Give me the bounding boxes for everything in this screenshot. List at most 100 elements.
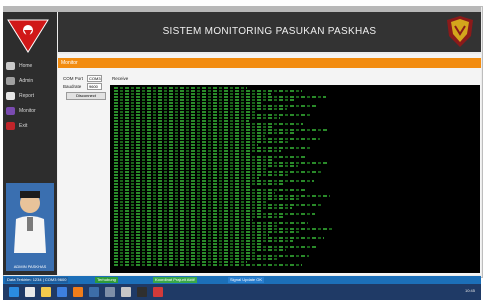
console-line bbox=[114, 186, 252, 188]
os-taskbar: 10:45 bbox=[3, 284, 481, 300]
report-icon bbox=[6, 91, 15, 100]
sidebar-item-label: Exit bbox=[19, 122, 28, 129]
sidebar-item-label: Monitor bbox=[19, 107, 36, 114]
explorer-icon[interactable] bbox=[25, 287, 35, 297]
console-line bbox=[114, 264, 302, 266]
console-line bbox=[114, 258, 279, 260]
console-line bbox=[114, 252, 255, 254]
console-line bbox=[114, 204, 323, 206]
terminal-icon[interactable] bbox=[105, 287, 115, 297]
baudrate-label: Baudrate bbox=[63, 84, 82, 89]
console-line bbox=[114, 96, 326, 98]
console-line bbox=[114, 141, 289, 143]
user-icon bbox=[6, 76, 15, 85]
console-line bbox=[114, 240, 294, 242]
console-line bbox=[114, 144, 258, 146]
sidebar-item-exit[interactable]: Exit bbox=[4, 118, 54, 133]
console-line bbox=[114, 129, 328, 131]
office-icon[interactable] bbox=[73, 287, 83, 297]
connect-button[interactable]: Disconnect bbox=[66, 92, 106, 100]
console-line bbox=[114, 159, 274, 161]
monitor-icon bbox=[6, 106, 15, 115]
panel-header: Monitor bbox=[58, 58, 481, 68]
console-line bbox=[114, 261, 248, 263]
console-line bbox=[114, 120, 249, 122]
baudrate-select[interactable]: 9600 bbox=[87, 83, 102, 90]
start-icon[interactable] bbox=[9, 287, 19, 297]
console-line bbox=[114, 177, 260, 179]
com-port-select[interactable]: COM3 bbox=[87, 75, 102, 82]
console-line bbox=[114, 243, 262, 245]
receive-label: Receive bbox=[112, 76, 129, 81]
console-line bbox=[114, 111, 257, 113]
status-coordinate: Koordinat Prajurit Aktif bbox=[153, 277, 197, 283]
console-line bbox=[114, 222, 308, 224]
exit-icon bbox=[6, 121, 15, 130]
sidebar-item-admin[interactable]: Admin bbox=[4, 73, 54, 88]
status-signal: Signal Update OK bbox=[228, 277, 265, 283]
console-line bbox=[114, 171, 322, 173]
sidebar-item-label: Report bbox=[19, 92, 35, 99]
sidebar-item-monitor[interactable]: Monitor bbox=[4, 103, 54, 118]
status-bar: Data Terkirim: 1234 | COM3 9600 Terhubun… bbox=[3, 276, 481, 284]
console-line bbox=[114, 105, 319, 107]
console-line bbox=[114, 201, 268, 203]
console-line bbox=[114, 150, 282, 152]
console-line bbox=[114, 207, 292, 209]
console-line bbox=[114, 156, 305, 158]
console-line bbox=[114, 108, 288, 110]
media-icon[interactable] bbox=[137, 287, 147, 297]
console-line bbox=[114, 168, 267, 170]
console-line bbox=[114, 213, 316, 215]
sidebar-item-label: Home bbox=[19, 62, 33, 69]
console-line bbox=[114, 219, 254, 221]
console-line bbox=[114, 225, 277, 227]
monitor-app-icon[interactable] bbox=[153, 287, 163, 297]
console-line bbox=[114, 132, 297, 134]
browser-icon[interactable] bbox=[57, 287, 67, 297]
app-header: SISTEM MONITORING PASUKAN PASKHAS bbox=[58, 12, 481, 52]
console-line bbox=[114, 102, 264, 104]
status-connection: Terhubung bbox=[95, 277, 118, 283]
console-line bbox=[114, 147, 313, 149]
user-profile-photo: ADMIN PASKHAS bbox=[6, 183, 54, 271]
console-line bbox=[114, 90, 302, 92]
serial-data-console[interactable] bbox=[110, 85, 480, 273]
console-line bbox=[114, 249, 286, 251]
console-text-block bbox=[114, 87, 332, 271]
file-icon[interactable] bbox=[121, 287, 131, 297]
console-line bbox=[114, 192, 276, 194]
console-line bbox=[114, 114, 311, 116]
console-line bbox=[114, 153, 251, 155]
profile-caption: ADMIN PASKHAS bbox=[13, 264, 47, 269]
console-line bbox=[114, 210, 261, 212]
console-line bbox=[114, 228, 332, 230]
paskhas-logo-icon bbox=[7, 19, 49, 53]
avatar bbox=[14, 191, 46, 253]
com-port-label: COM Port bbox=[63, 76, 84, 81]
console-line bbox=[114, 162, 329, 164]
app-icon[interactable] bbox=[89, 287, 99, 297]
console-line bbox=[114, 87, 248, 89]
console-line bbox=[114, 135, 265, 137]
sidebar-nav: Home Admin Report Monitor Exit bbox=[4, 58, 54, 133]
console-line bbox=[114, 216, 285, 218]
console-line bbox=[114, 99, 295, 101]
sidebar-item-report[interactable]: Report bbox=[4, 88, 54, 103]
console-line bbox=[114, 237, 325, 239]
sidebar-item-label: Admin bbox=[19, 77, 34, 84]
console-line bbox=[114, 126, 273, 128]
panel-title: Monitor bbox=[61, 60, 78, 66]
console-line bbox=[114, 255, 310, 257]
sidebar-item-home[interactable]: Home bbox=[4, 58, 54, 73]
console-line bbox=[114, 180, 314, 182]
status-data-count: Data Terkirim: 1234 | COM3 9600 bbox=[5, 277, 69, 283]
console-line bbox=[114, 183, 283, 185]
console-line bbox=[114, 195, 331, 197]
console-line bbox=[114, 234, 270, 236]
folder-icon[interactable] bbox=[41, 287, 51, 297]
emblem-icon bbox=[447, 16, 473, 47]
console-line bbox=[114, 123, 304, 125]
console-line bbox=[114, 246, 317, 248]
console-line bbox=[114, 93, 271, 95]
